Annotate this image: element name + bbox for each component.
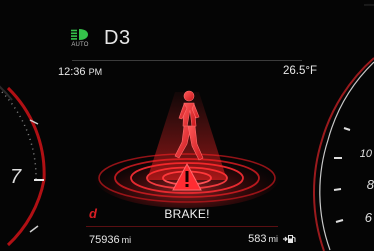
range-value: 583: [248, 233, 267, 245]
gear-indicator: D3: [104, 26, 131, 49]
clock-ampm: PM: [88, 67, 103, 77]
auto-headlight-icon: AUTO: [66, 25, 94, 51]
headlight-auto-label: AUTO: [71, 42, 89, 48]
instrument-cluster-display: 7 10 8 6 AUTO D3 12:36 PM 26.5°F d BRAKE…: [0, 0, 374, 251]
brake-warning-message: BRAKE!: [164, 207, 210, 221]
status-bar: AUTO D3: [66, 24, 131, 52]
fuel-range: 583 mi: [248, 233, 296, 245]
clock-time: 12:36: [58, 66, 86, 78]
odometer-unit: mi: [121, 235, 132, 245]
odometer: 75936 mi: [89, 234, 131, 246]
outside-temperature: 26.5°F: [282, 65, 317, 77]
pedestrian-detection-warning-icon: [95, 90, 279, 208]
divider: [72, 60, 302, 61]
speedometer-tick-label: 8: [366, 177, 374, 192]
tachometer-tick-label: 7: [10, 166, 22, 188]
odometer-value: 75936: [89, 234, 120, 246]
fuel-pump-icon: [283, 235, 296, 243]
range-unit: mi: [268, 234, 279, 244]
clock: 12:36 PM: [58, 66, 102, 78]
divider: [86, 226, 278, 227]
speedometer-tick-label: 10: [359, 148, 372, 160]
